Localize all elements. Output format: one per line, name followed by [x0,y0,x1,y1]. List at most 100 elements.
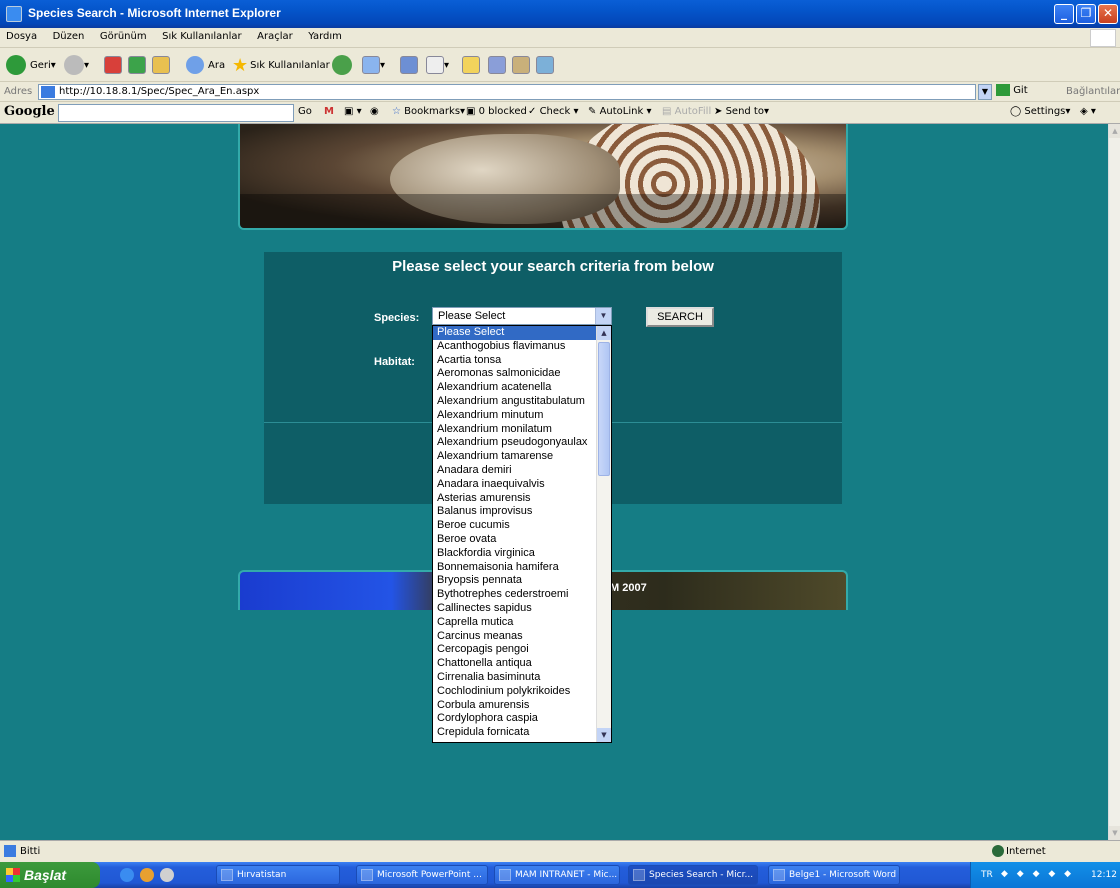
task-mam-intranet[interactable]: MAM INTRANET - Mic... [494,865,620,885]
forward-arrow-icon [64,55,84,75]
species-option[interactable]: Cordylophora caspia [433,712,598,726]
search-button-main[interactable]: SEARCH [646,307,714,327]
menu-edit[interactable]: Düzen [47,28,91,45]
page-scroll-down-icon[interactable]: ▼ [1109,826,1120,840]
refresh-icon[interactable] [128,56,146,74]
media-icon[interactable] [332,55,352,75]
go-button[interactable]: Git [996,84,1028,96]
back-button[interactable]: Geri ▾ [6,54,56,76]
species-option[interactable]: Balanus improvisus [433,505,598,519]
species-option[interactable]: Alexandrium tamarense [433,450,598,464]
species-option[interactable]: Aeromonas salmonicidae [433,367,598,381]
print-icon[interactable] [426,56,444,74]
firefox-quicklaunch-icon[interactable] [140,868,154,882]
autofill-button[interactable]: ▤ AutoFill [662,106,711,117]
task-hirvatistan[interactable]: Hırvatistan [216,865,340,885]
ie-quicklaunch-icon[interactable] [120,868,134,882]
species-option[interactable]: Callinectes sapidus [433,602,598,616]
scroll-thumb[interactable] [598,342,610,476]
task-species-search[interactable]: Species Search - Micr... [628,865,758,885]
species-option[interactable]: Beroe ovata [433,533,598,547]
menu-view[interactable]: Görünüm [94,28,153,45]
species-option[interactable]: Anadara inaequivalvis [433,478,598,492]
menu-favorites[interactable]: Sık Kullanılanlar [156,28,248,45]
task-word[interactable]: Belge1 - Microsoft Word [768,865,900,885]
species-option[interactable]: Carcinus meanas [433,630,598,644]
scroll-up-icon[interactable]: ▲ [597,326,611,340]
maximize-button[interactable]: ❐ [1076,4,1096,24]
desktop-quicklaunch-icon[interactable] [160,868,174,882]
links-button[interactable]: Bağlantılar [1066,86,1120,97]
species-option[interactable]: Corbula amurensis [433,699,598,713]
dropdown-scrollbar[interactable]: ▲ ▼ [596,326,611,742]
species-option[interactable]: Bonnemaisonia hamifera [433,561,598,575]
popup-blocked-button[interactable]: ▣ 0 blocked [466,106,527,117]
research-icon[interactable] [512,56,530,74]
google-go-button[interactable]: Go [298,106,312,117]
sendto-button[interactable]: ➤ Send to▾ [714,106,769,117]
search-button[interactable]: Ara [186,54,225,76]
chevron-down-icon[interactable]: ▼ [595,308,611,324]
google-toolbar: Google Go M ▣ ▾ ◉ ☆ Bookmarks▾ ▣ 0 block… [0,102,1120,124]
task-powerpoint[interactable]: Microsoft PowerPoint ... [356,865,488,885]
species-option[interactable]: Anadara demiri [433,464,598,478]
mail-icon[interactable] [400,56,418,74]
species-option[interactable]: Chattonella antiqua [433,657,598,671]
species-option[interactable]: Caprella mutica [433,616,598,630]
species-option[interactable]: Bythotrephes cederstroemi [433,588,598,602]
google-logo: Google [4,104,55,119]
pagerank-icon[interactable]: ▣ ▾ [344,106,362,117]
species-option[interactable]: Alexandrium minutum [433,409,598,423]
species-option[interactable]: Acanthogobius flavimanus [433,340,598,354]
discuss-icon[interactable] [488,56,506,74]
species-option[interactable]: Crepidula fornicata [433,726,598,740]
species-dropdown-list[interactable]: Please Select Acanthogobius flavimanus Aca… [432,325,612,743]
menu-tools[interactable]: Araçlar [251,28,299,45]
species-option[interactable]: Acartia tonsa [433,354,598,368]
language-indicator[interactable]: TR [981,870,993,880]
tray-icons[interactable]: ◆ ◆ ◆ ◆ ◆ [1001,869,1074,879]
species-option[interactable]: Please Select [433,326,598,340]
species-select[interactable]: Please Select ▼ [432,307,612,325]
species-option[interactable]: Alexandrium angustitabulatum [433,395,598,409]
spell-icon[interactable]: ◉ [370,106,379,117]
species-option[interactable]: Alexandrium pseudogonyaulax [433,436,598,450]
stop-icon[interactable] [104,56,122,74]
google-search-input[interactable] [58,104,294,122]
autolink-button[interactable]: ✎ AutoLink ▾ [588,106,651,117]
species-option[interactable]: Blackfordia virginica [433,547,598,561]
ie-icon [499,869,511,881]
taskbar: Başlat Hırvatistan Microsoft PowerPoint … [0,862,1120,888]
history-icon[interactable] [362,56,380,74]
toolbar-extra-icon[interactable]: ◈ ▾ [1080,106,1096,117]
page-scrollbar[interactable]: ▲ ▼ [1108,124,1120,840]
species-option[interactable]: Bryopsis pennata [433,574,598,588]
species-option[interactable]: Asterias amurensis [433,492,598,506]
page-scroll-up-icon[interactable]: ▲ [1109,124,1120,138]
home-icon[interactable] [152,56,170,74]
address-dropdown-icon[interactable]: ▼ [978,84,992,100]
address-input[interactable]: http://10.18.8.1/Spec/Spec_Ara_En.aspx [38,84,976,100]
species-option[interactable]: Alexandrium monilatum [433,423,598,437]
close-button[interactable]: ✕ [1098,4,1118,24]
edit-icon[interactable] [462,56,480,74]
species-option[interactable]: Cirrenalia basiminuta [433,671,598,685]
favorites-button[interactable]: ★ Sık Kullanılanlar [232,54,330,76]
search-icon [186,56,204,74]
gmail-icon[interactable]: M [324,106,334,117]
settings-button[interactable]: ◯ Settings▾ [1010,106,1070,117]
bookmarks-label: Bookmarks▾ [404,106,466,117]
species-option[interactable]: Beroe cucumis [433,519,598,533]
menu-file[interactable]: Dosya [0,28,43,45]
messenger-icon[interactable] [536,56,554,74]
species-option[interactable]: Cercopagis pengoi [433,643,598,657]
forward-button[interactable]: ▾ [64,54,89,76]
start-button[interactable]: Başlat [0,862,100,888]
check-button[interactable]: ✓ Check ▾ [528,106,579,117]
bookmarks-button[interactable]: ☆ Bookmarks▾ [392,106,465,117]
species-option[interactable]: Alexandrium acatenella [433,381,598,395]
minimize-button[interactable]: _ [1054,4,1074,24]
species-option[interactable]: Cochlodinium polykrikoides [433,685,598,699]
menu-help[interactable]: Yardım [302,28,348,45]
scroll-down-icon[interactable]: ▼ [597,728,611,742]
